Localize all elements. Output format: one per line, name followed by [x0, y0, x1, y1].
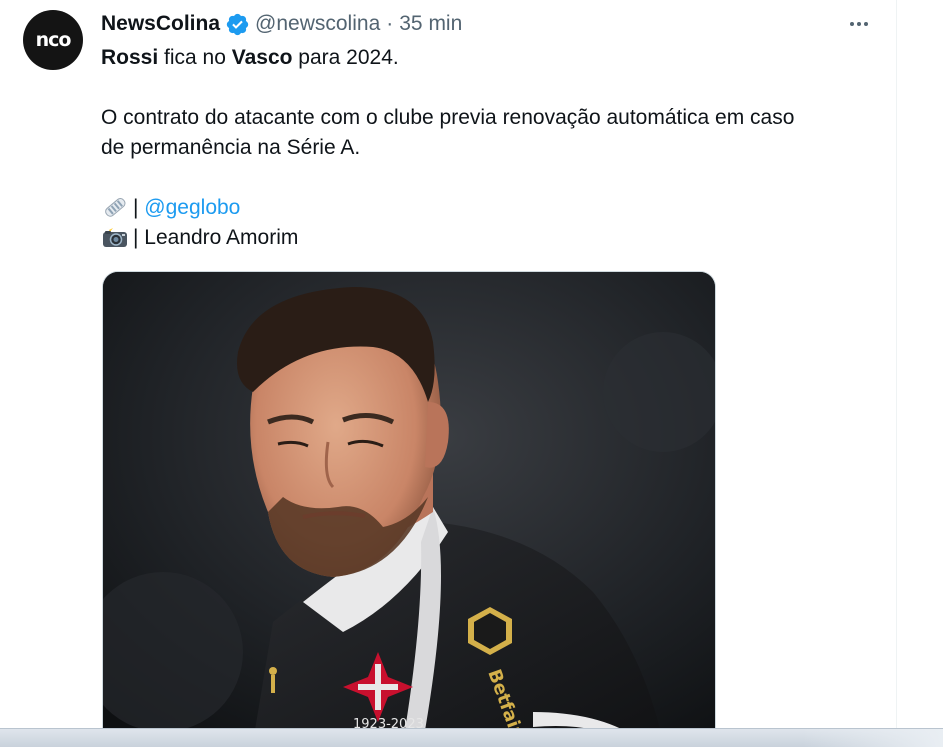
tweet-paragraph-line-1: O contrato do atacante com o clube previ…: [101, 106, 795, 129]
photographer-credit: | Leandro Amorim: [133, 226, 299, 249]
display-name[interactable]: NewsColina: [101, 12, 220, 36]
source-credit: | @geglobo: [101, 193, 240, 223]
avatar[interactable]: nco: [23, 10, 83, 70]
more-dot: [864, 22, 868, 26]
credit-separator: |: [133, 196, 145, 219]
bottom-shade: [803, 729, 943, 747]
headline-end: para 2024.: [292, 46, 399, 69]
more-dot: [857, 22, 861, 26]
timestamp[interactable]: 35 min: [399, 12, 462, 36]
verified-badge-icon[interactable]: [225, 12, 250, 37]
avatar-logo-text: nco: [35, 29, 72, 51]
headline-player: Rossi: [101, 46, 159, 69]
tweet-paragraph-line-2: de permanência na Série A.: [101, 136, 361, 159]
tweet-headline: Rossi fica no Vasco para 2024.: [101, 43, 399, 73]
header-separator: ·: [386, 12, 394, 35]
more-options-button[interactable]: [845, 12, 873, 36]
camera-flash-emoji: [101, 225, 129, 249]
headline-mid: fica no: [158, 46, 232, 69]
geglobo-link[interactable]: @geglobo: [144, 196, 240, 219]
right-divider: [896, 0, 897, 728]
user-handle[interactable]: @newscolina: [255, 12, 380, 36]
window-bottom-edge: [0, 728, 943, 747]
newspaper-emoji: [101, 195, 129, 219]
tweet-photo[interactable]: 1923-2023 Betfair: [102, 271, 716, 742]
more-horizontal-icon: [850, 22, 854, 26]
tweet-header: NewsColina @newscolina · 35 min: [101, 9, 462, 39]
headline-club: Vasco: [231, 46, 293, 69]
photo-credit: | Leandro Amorim: [101, 223, 298, 253]
